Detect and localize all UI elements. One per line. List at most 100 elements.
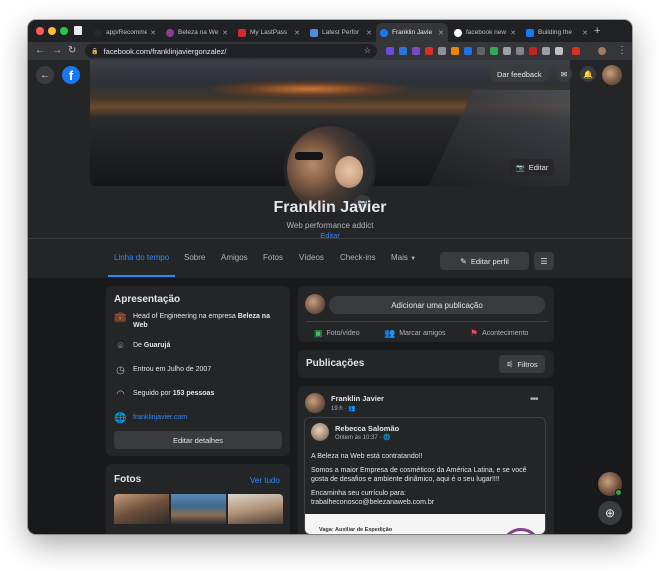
- tab-photos[interactable]: Fotos: [263, 253, 283, 262]
- life-event-button[interactable]: ⚑ Acontecimento: [470, 328, 528, 339]
- tab-videos[interactable]: Vídeos: [299, 253, 324, 262]
- pinned-tab[interactable]: [74, 26, 82, 35]
- tab-performance[interactable]: Latest Perfor ✕: [306, 23, 376, 42]
- profile-avatar-icon[interactable]: [598, 47, 606, 55]
- facebook-page: ← f Dar feedback ✉ 🔔 📷 Editar 📷 Franklin…: [28, 60, 632, 534]
- google-icon: [454, 28, 462, 37]
- close-icon[interactable]: ✕: [510, 29, 516, 37]
- extension-icon[interactable]: [529, 47, 537, 55]
- close-icon[interactable]: ✕: [582, 29, 588, 37]
- extension-icon[interactable]: [438, 47, 446, 55]
- post-author-avatar[interactable]: [305, 393, 325, 413]
- extension-icon[interactable]: [425, 47, 433, 55]
- extension-icon[interactable]: [572, 47, 580, 55]
- shared-post[interactable]: Rebecca Salomão Ontem às 10:37 · 🌐 A Bel…: [304, 417, 546, 534]
- maximize-window-button[interactable]: [60, 27, 68, 35]
- intro-work-text: Head of Engineering na empresa Beleza na…: [133, 312, 284, 330]
- shared-meta: Ontem às 10:37 · 🌐: [335, 434, 391, 441]
- composer-avatar[interactable]: [305, 294, 325, 314]
- job-post-image[interactable]: Vaga: Auxiliar de Expedição: [305, 514, 545, 534]
- extension-icon[interactable]: [451, 47, 459, 55]
- reload-icon[interactable]: ↻: [68, 45, 76, 56]
- close-icon[interactable]: ✕: [366, 29, 372, 37]
- close-icon[interactable]: ✕: [294, 29, 300, 37]
- address-bar[interactable]: 🔒 facebook.com/franklinjaviergonzalez/ ☆: [85, 44, 377, 58]
- back-button[interactable]: ←: [36, 66, 54, 84]
- intro-website-link[interactable]: franklinjavier.com: [133, 413, 187, 422]
- life-event-label: Acontecimento: [482, 330, 529, 337]
- extension-icon[interactable]: [386, 47, 394, 55]
- edit-profile-button[interactable]: ✎ Editar perfil: [440, 252, 529, 270]
- lock-icon: 🔒: [91, 48, 99, 55]
- edit-details-button[interactable]: Editar detalhes: [114, 431, 282, 449]
- extension-icon[interactable]: [464, 47, 472, 55]
- back-icon[interactable]: ←: [35, 45, 45, 56]
- filters-icon: ⚟: [506, 359, 514, 369]
- post-time[interactable]: 19 h: [331, 406, 343, 412]
- extension-icon[interactable]: [555, 47, 563, 55]
- edit-cover-button[interactable]: 📷 Editar: [510, 159, 555, 176]
- see-all-photos-link[interactable]: Ver tudo: [250, 476, 280, 485]
- post-options-icon[interactable]: •••: [530, 394, 538, 405]
- close-icon[interactable]: ✕: [150, 29, 156, 37]
- intro-from-place[interactable]: Guarujá: [144, 342, 170, 349]
- facebook-logo-icon[interactable]: f: [62, 66, 80, 84]
- friends-audience-icon: · 👥: [344, 406, 356, 412]
- notifications-bell-icon[interactable]: 🔔: [580, 66, 596, 82]
- extension-icon[interactable]: [503, 47, 511, 55]
- active-tab-indicator: [108, 275, 175, 277]
- photo-thumbnail[interactable]: [114, 494, 169, 524]
- intro-followers-count[interactable]: 153 pessoas: [173, 390, 215, 397]
- close-icon[interactable]: ✕: [438, 29, 444, 37]
- forward-icon[interactable]: →: [52, 45, 62, 56]
- shared-author-avatar[interactable]: [311, 423, 329, 441]
- tab-friends[interactable]: Amigos: [221, 253, 248, 262]
- menu-icon[interactable]: ⋮: [617, 45, 627, 56]
- tab-beleza[interactable]: Beleza na We ✕: [162, 23, 232, 42]
- shared-text-link[interactable]: trabalheconosco@belezanaweb.com.br: [311, 498, 543, 507]
- tab-checkins[interactable]: Check-ins: [340, 253, 376, 262]
- close-icon[interactable]: ✕: [222, 29, 228, 37]
- tab-github[interactable]: app/Recomme ✕: [90, 23, 160, 42]
- extension-icon[interactable]: [412, 47, 420, 55]
- globe-icon: · 🌐: [379, 435, 391, 441]
- bookmark-star-icon[interactable]: ☆: [364, 46, 371, 55]
- tab-about[interactable]: Sobre: [184, 253, 205, 262]
- minimize-window-button[interactable]: [48, 27, 56, 35]
- tab-facebook-profile[interactable]: Franklin Javie ✕: [376, 23, 448, 42]
- post-author-name[interactable]: Franklin Javier: [331, 394, 384, 403]
- account-avatar[interactable]: [602, 65, 622, 85]
- intro-hometown-text: De Guarujá: [133, 341, 170, 350]
- camera-icon: 📷: [516, 164, 525, 172]
- extension-icon[interactable]: [490, 47, 498, 55]
- shared-author-name[interactable]: Rebecca Salomão: [335, 424, 399, 433]
- shared-time[interactable]: Ontem às 10:37: [335, 435, 378, 441]
- extension-icon[interactable]: [399, 47, 407, 55]
- github-icon: [94, 28, 102, 37]
- feedback-button[interactable]: Dar feedback: [490, 66, 549, 82]
- tab-building[interactable]: Building the ✕: [522, 23, 592, 42]
- close-window-button[interactable]: [36, 27, 44, 35]
- photo-video-button[interactable]: ▣ Foto/vídeo: [314, 328, 360, 339]
- tab-google-search[interactable]: facebook new ✕: [450, 23, 520, 42]
- new-tab-button[interactable]: +: [594, 25, 600, 37]
- tab-timeline[interactable]: Linha do tempo: [114, 253, 169, 262]
- tab-more-label: Mais: [391, 253, 408, 262]
- create-post-input[interactable]: Adicionar uma publicação: [329, 296, 545, 314]
- filters-button[interactable]: ⚟ Filtros: [499, 355, 545, 373]
- tag-friends-button[interactable]: 👥 Marcar amigos: [384, 328, 446, 339]
- extension-icon[interactable]: [516, 47, 524, 55]
- facebook-favicon-icon: [526, 28, 534, 37]
- tab-more[interactable]: Mais ▼: [391, 253, 416, 262]
- intro-joined: ◷ Entrou em Julho de 2007: [114, 365, 211, 378]
- messenger-icon[interactable]: ✉: [556, 66, 572, 82]
- tab-lastpass[interactable]: My LastPass ✕: [234, 23, 304, 42]
- photo-thumbnail[interactable]: [228, 494, 283, 524]
- extension-icon[interactable]: [542, 47, 550, 55]
- extension-icon[interactable]: [477, 47, 485, 55]
- shared-text-line: A Beleza na Web está contratando!!: [311, 453, 423, 460]
- new-message-button[interactable]: ⊕: [598, 501, 622, 525]
- photo-thumbnail[interactable]: [171, 494, 226, 524]
- more-options-button[interactable]: ☰: [534, 252, 554, 270]
- chat-head-avatar[interactable]: [598, 472, 622, 496]
